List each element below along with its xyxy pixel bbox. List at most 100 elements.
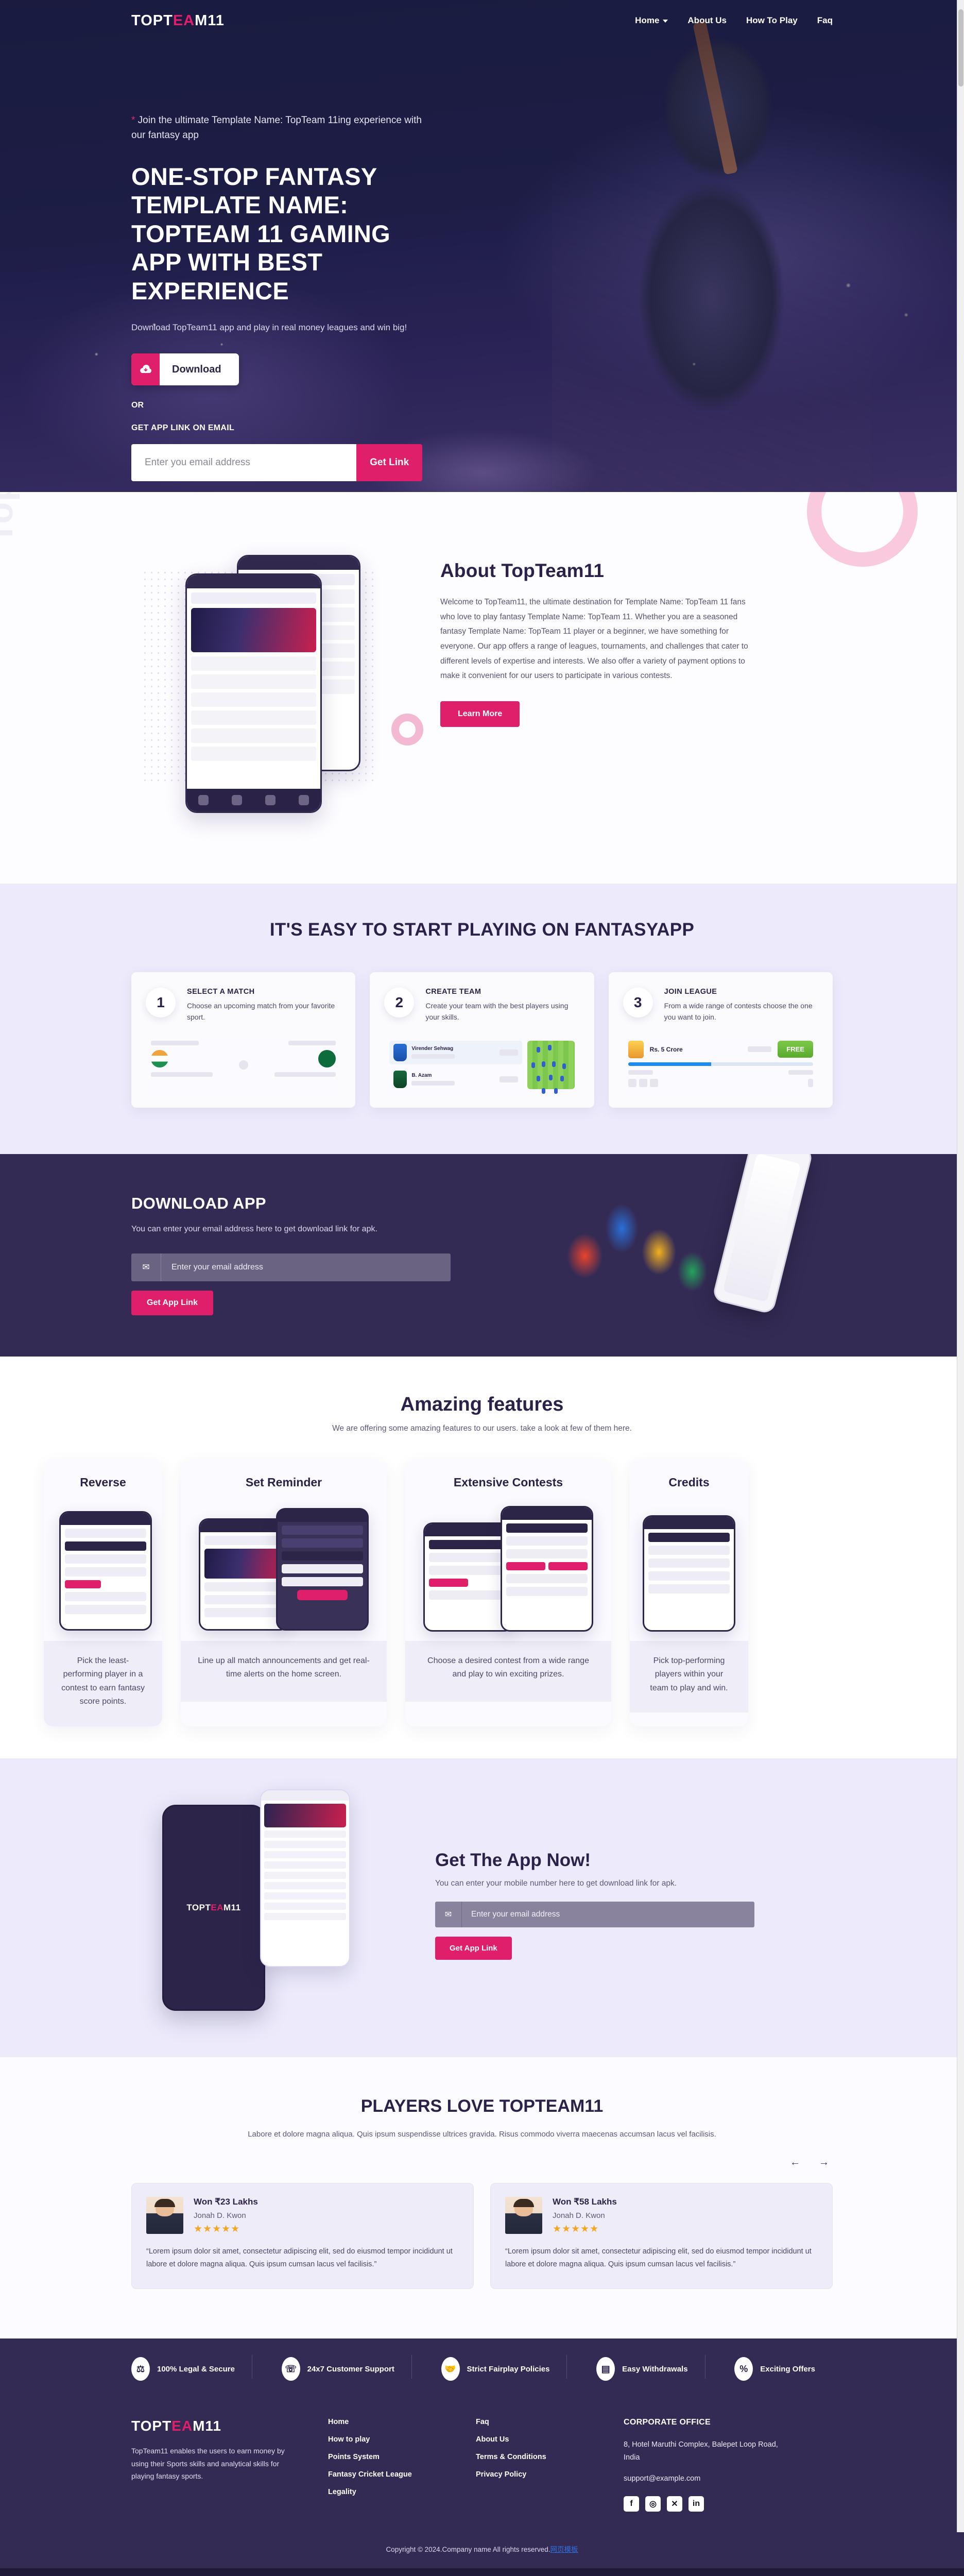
phone-logo-part-3: M11 xyxy=(223,1902,241,1912)
trust-label-fairplay: Strict Fairplay Policies xyxy=(467,2364,550,2374)
step-media-1 xyxy=(146,1035,341,1094)
footer-links-column-2: Faq About Us Terms & Conditions Privacy … xyxy=(476,2418,597,2511)
testimonial-card-1: Won ₹23 Lakhs Jonah D. Kwon ★★★★★ “Lorem… xyxy=(131,2182,474,2290)
about-body: Welcome to TopTeam11, the ultimate desti… xyxy=(440,598,748,681)
trust-item-legal: ⚖ 100% Legal & Secure xyxy=(131,2355,252,2381)
footer-email[interactable]: support@example.com xyxy=(624,2475,833,2483)
rating-stars-2: ★★★★★ xyxy=(553,2223,599,2234)
download-band-email-input[interactable] xyxy=(161,1262,451,1272)
x-twitter-icon[interactable]: ✕ xyxy=(667,2496,682,2512)
footer-link-points-system[interactable]: Points System xyxy=(328,2453,449,2461)
footer-link-faq[interactable]: Faq xyxy=(476,2418,597,2426)
hero-get-link-button[interactable]: Get Link xyxy=(356,444,422,482)
trust-label-support: 24x7 Customer Support xyxy=(307,2364,394,2374)
get-app-email-input[interactable] xyxy=(462,1910,754,1920)
site-logo[interactable]: TOPTEAM11 xyxy=(131,12,225,29)
get-app-title: Get The App Now! xyxy=(435,1850,591,1871)
footer-link-legality[interactable]: Legality xyxy=(328,2488,449,2496)
celebration-illustration xyxy=(537,1154,722,1330)
jersey-blue-icon xyxy=(393,1043,407,1061)
step-card-3: 3 JOIN LEAGUE From a wide range of conte… xyxy=(608,972,833,1108)
player-name-1: Virender Sehwag xyxy=(411,1046,454,1052)
trust-item-offers: % Exciting Offers xyxy=(734,2357,833,2381)
feature-card-set-reminder: Set Reminder Line up all match announcem… xyxy=(181,1460,387,1726)
phone-mockup-front xyxy=(185,573,322,813)
copyright-text: Copyright © 2024.Company name All rights… xyxy=(386,2545,550,2553)
nav-item-faq[interactable]: Faq xyxy=(817,15,833,26)
main-nav: Home About Us How To Play Faq xyxy=(635,15,833,26)
testimonial-name-1: Jonah D. Kwon xyxy=(194,2211,246,2220)
footer-links-column-1: Home How to play Points System Fantasy C… xyxy=(328,2418,449,2511)
learn-more-button[interactable]: Learn More xyxy=(440,701,520,727)
trophy-icon xyxy=(628,1040,644,1058)
arrow-left-icon[interactable]: ← xyxy=(786,2154,804,2172)
instagram-icon[interactable]: ◎ xyxy=(645,2496,661,2512)
hero-eyebrow-text: Join the ultimate Template Name: TopTeam… xyxy=(131,115,422,141)
arrow-right-icon[interactable]: → xyxy=(815,2154,833,2172)
feature-desc-extensive-contests: Choose a desired contest from a wide ran… xyxy=(427,1656,589,1679)
discount-tag-icon: % xyxy=(734,2357,753,2381)
download-button[interactable]: Download xyxy=(131,353,239,386)
step-media-2: Virender Sehwag B. Azam xyxy=(384,1035,580,1094)
get-app-email-field: ✉ xyxy=(435,1902,754,1928)
footer-logo[interactable]: TOPTEAM11 xyxy=(131,2418,301,2434)
atm-withdraw-icon: ▤ xyxy=(596,2357,615,2381)
trust-label-offers: Exciting Offers xyxy=(760,2364,815,2374)
team-flag-india-icon xyxy=(151,1049,168,1067)
or-divider-label: OR xyxy=(131,401,144,410)
phone-logo-part-1: TOPT xyxy=(186,1902,211,1912)
download-band-email-field: ✉ xyxy=(131,1253,451,1281)
about-section: TopTeam11 About TopTeam11 Welcome to xyxy=(0,492,964,884)
avatar xyxy=(505,2196,542,2234)
feature-desc-set-reminder: Line up all match announcements and get … xyxy=(198,1656,370,1679)
testimonials-title: PLAYERS LOVE TOPTEAM11 xyxy=(360,2096,604,2116)
features-title: Amazing features xyxy=(400,1393,564,1415)
get-app-link-button[interactable]: Get App Link xyxy=(435,1937,512,1960)
download-band-title: DOWNLOAD APP xyxy=(131,1194,266,1212)
feature-title-set-reminder: Set Reminder xyxy=(245,1475,322,1489)
top-navigation-bar: TOPTEAM11 Home About Us How To Play Faq xyxy=(0,0,964,41)
jersey-green-icon xyxy=(393,1070,407,1088)
footer-link-how-to-play[interactable]: How to play xyxy=(328,2435,449,2444)
page-root: TOPTEAM11 Home About Us How To Play Faq … xyxy=(0,0,964,2576)
features-carousel[interactable]: Reverse Pick the least-performing player… xyxy=(0,1460,964,1726)
avatar xyxy=(146,2196,183,2234)
page-scrollbar[interactable] xyxy=(957,0,964,2532)
facebook-icon[interactable]: f xyxy=(624,2496,639,2512)
hero-email-input[interactable] xyxy=(131,444,357,482)
footer-link-privacy-policy[interactable]: Privacy Policy xyxy=(476,2470,597,2479)
testimonial-amount-2: Won ₹58 Lakhs xyxy=(553,2196,617,2207)
trust-item-support: ☏ 24x7 Customer Support xyxy=(281,2355,412,2381)
trust-label-withdrawals: Easy Withdrawals xyxy=(622,2364,688,2374)
footer-link-home[interactable]: Home xyxy=(328,2418,449,2426)
about-phone-mockups xyxy=(131,533,399,827)
envelope-icon: ✉ xyxy=(435,1902,462,1928)
linkedin-icon[interactable]: in xyxy=(688,2496,704,2512)
chevron-down-icon xyxy=(663,19,668,23)
step-number-3: 3 xyxy=(623,988,653,1018)
footer-logo-part-1: TOPT xyxy=(131,2418,172,2434)
get-app-desc: You can enter your mobile number here to… xyxy=(435,1879,677,1888)
footer-link-fantasy-cricket-league[interactable]: Fantasy Cricket League xyxy=(328,2470,449,2479)
cricket-bat-decor xyxy=(693,21,738,175)
feature-title-extensive-contests: Extensive Contests xyxy=(453,1475,563,1489)
features-subtitle: We are offering some amazing features to… xyxy=(332,1423,632,1433)
nav-item-home[interactable]: Home xyxy=(635,15,668,26)
logo-part-3: M11 xyxy=(195,12,225,29)
nav-item-about-us[interactable]: About Us xyxy=(687,15,727,26)
download-app-band: DOWNLOAD APP You can enter your email ad… xyxy=(0,1154,964,1357)
team-flag-pakistan-icon xyxy=(318,1049,336,1067)
get-app-phone-mockups: TOPTEAM11 xyxy=(131,1789,399,2016)
feature-phone-reminder-back xyxy=(199,1518,289,1631)
phone-dark-mockup: TOPTEAM11 xyxy=(162,1804,265,2011)
footer-link-terms[interactable]: Terms & Conditions xyxy=(476,2453,597,2461)
tilted-phone-mockup xyxy=(711,1154,814,1315)
download-band-get-app-link-button[interactable]: Get App Link xyxy=(131,1290,213,1315)
scales-icon: ⚖ xyxy=(131,2357,150,2381)
feature-phone-reverse xyxy=(59,1511,152,1631)
copyright-link[interactable]: 网页模板 xyxy=(550,2546,578,2553)
footer-link-about-us[interactable]: About Us xyxy=(476,2435,597,2444)
get-app-section: TOPTEAM11 Get The App Now! You can enter… xyxy=(0,1758,964,2057)
hero-eyebrow: * Join the ultimate Template Name: TopTe… xyxy=(131,113,422,143)
nav-item-how-to-play[interactable]: How To Play xyxy=(746,15,798,26)
